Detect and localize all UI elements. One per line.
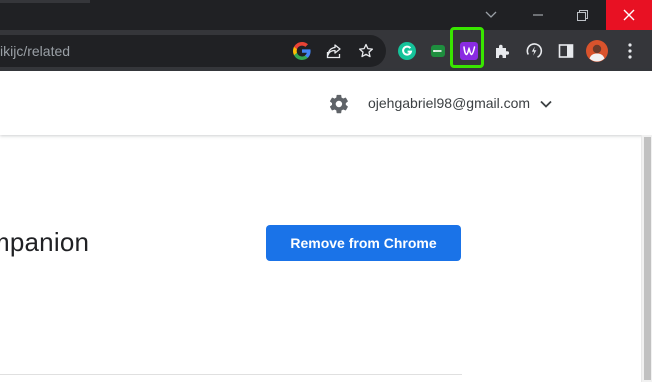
- chat-extension-icon: [431, 45, 445, 57]
- minimize-button[interactable]: [518, 0, 558, 30]
- restore-button[interactable]: [562, 0, 602, 30]
- bookmark-star-button[interactable]: [356, 41, 376, 61]
- scrollbar-thumb[interactable]: [644, 137, 651, 380]
- extension-highlight-box: [450, 27, 484, 68]
- avatar: [586, 40, 608, 62]
- extensions-menu-button[interactable]: [492, 41, 512, 61]
- google-g-icon: [293, 42, 311, 60]
- page-scrollbar[interactable]: [641, 135, 652, 382]
- grammarly-extension-button[interactable]: [397, 41, 417, 61]
- side-panel-button[interactable]: [556, 41, 576, 61]
- page-header: ojehgabriel98@gmail.com: [0, 71, 652, 135]
- performance-button[interactable]: [524, 41, 544, 61]
- chrome-menu-button[interactable]: [622, 41, 638, 61]
- grammarly-icon: [398, 42, 416, 60]
- remove-from-chrome-button[interactable]: Remove from Chrome: [266, 225, 461, 261]
- extension-title: mpanion: [0, 227, 90, 257]
- browser-toolbar: ikijc/related: [0, 30, 652, 71]
- gear-icon: [329, 94, 348, 114]
- chat-extension-button[interactable]: [429, 42, 447, 60]
- star-icon: [358, 43, 374, 58]
- address-bar[interactable]: ikijc/related: [0, 35, 386, 67]
- restore-icon: [576, 9, 588, 21]
- web-store-page: ojehgabriel98@gmail.com mpanion Remove f…: [0, 71, 652, 382]
- title-bar: [0, 0, 652, 30]
- url-text: ikijc/related: [0, 43, 71, 59]
- chevron-down-icon: [540, 100, 552, 108]
- profile-button[interactable]: [586, 40, 608, 62]
- lightning-circle-icon: [526, 43, 543, 58]
- tab-edge: [0, 0, 90, 3]
- share-icon: [326, 44, 341, 59]
- account-dropdown-button[interactable]: [539, 98, 553, 110]
- minimize-icon: [533, 14, 543, 16]
- close-icon: [623, 9, 635, 21]
- side-panel-icon: [558, 44, 574, 58]
- account-email[interactable]: ojehgabriel98@gmail.com: [368, 95, 530, 111]
- puzzle-piece-icon: [496, 44, 510, 58]
- tab-search-button[interactable]: [474, 0, 508, 30]
- google-lens-button[interactable]: [292, 41, 312, 61]
- settings-button[interactable]: [327, 92, 351, 116]
- divider: [0, 374, 462, 375]
- share-button[interactable]: [324, 41, 344, 61]
- more-vertical-icon: [628, 43, 632, 59]
- chevron-down-icon: [485, 11, 497, 18]
- close-window-button[interactable]: [606, 0, 652, 30]
